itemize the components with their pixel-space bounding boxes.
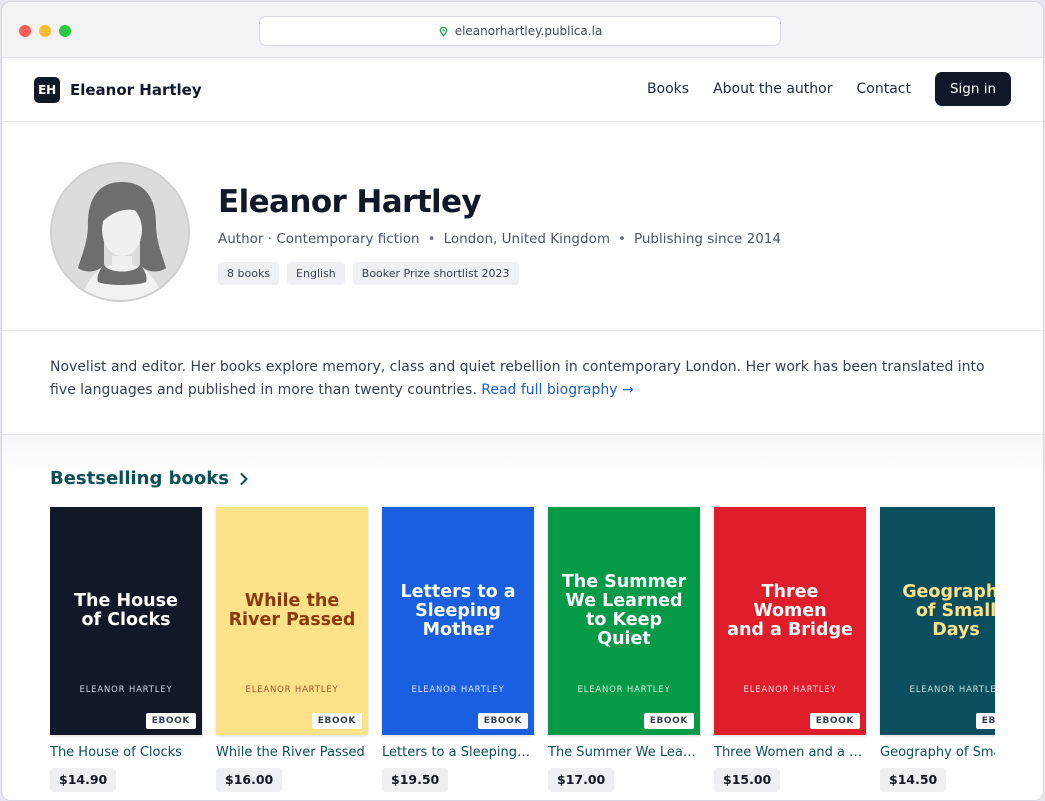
browser-chrome: eleanorhartley.publica.la — [2, 2, 1043, 58]
format-badge: EBOOK — [477, 713, 528, 729]
author-genre: Author · Contemporary fiction — [218, 231, 420, 247]
cover-title: The Summer We Learned to Keep Quiet — [561, 572, 687, 649]
cover-author: ELEANOR HARTLEY — [909, 685, 995, 695]
meta-separator: • — [618, 231, 626, 247]
book-cover[interactable]: While the River Passed ELEANOR HARTLEY EBO… — [216, 507, 368, 735]
avatar-silhouette-icon — [52, 164, 188, 300]
book-price: $15.00 — [714, 768, 781, 792]
book-title[interactable]: Letters to a Sleeping Mother — [382, 745, 532, 760]
cover-author: ELEANOR HARTLEY — [79, 685, 173, 695]
format-badge: EBOOK — [975, 713, 995, 729]
book-cover[interactable]: Geography of Small Days ELEANOR HARTLEY EB… — [880, 507, 995, 735]
nav-link-books[interactable]: Books — [647, 81, 689, 97]
book-price: $19.50 — [382, 768, 449, 792]
cover-author: ELEANOR HARTLEY — [411, 685, 505, 695]
site-header: EH Eleanor Hartley Books About the autho… — [2, 58, 1043, 122]
book-cover[interactable]: The Summer We Learned to Keep Quiet ELEAN… — [548, 507, 700, 735]
maximize-window-button[interactable] — [59, 25, 71, 37]
book-title[interactable]: Three Women and a Bridge — [714, 745, 864, 760]
author-profile: Eleanor Hartley Author · Contemporary fi… — [2, 122, 1043, 331]
close-window-button[interactable] — [19, 25, 31, 37]
section-title-link[interactable]: Bestselling books — [50, 468, 249, 489]
cover-title: While the River Passed — [228, 591, 356, 630]
author-meta: Author · Contemporary fiction • London, … — [218, 231, 781, 247]
books-carousel: The House of Clocks ELEANOR HARTLEY EBOOK T… — [50, 507, 995, 800]
book-title[interactable]: While the River Passed — [216, 745, 366, 760]
meta-separator: • — [427, 231, 436, 247]
book-card[interactable]: While the River Passed ELEANOR HARTLEY EBO… — [216, 507, 368, 800]
tag-language: English — [287, 262, 345, 285]
site-security-icon — [439, 26, 448, 37]
book-title[interactable]: The Summer We Learned to Keep Quiet — [548, 745, 698, 760]
format-badge: EBOOK — [145, 713, 196, 729]
cover-author: ELEANOR HARTLEY — [245, 685, 339, 695]
book-card[interactable]: The House of Clocks ELEANOR HARTLEY EBOOK T… — [50, 507, 202, 800]
nav-link-about[interactable]: About the author — [713, 81, 832, 97]
nav-link-contact[interactable]: Contact — [856, 81, 910, 97]
book-price: $14.90 — [50, 768, 117, 792]
book-card[interactable]: Geography of Small Days ELEANOR HARTLEY EB… — [880, 507, 995, 800]
book-card[interactable]: Letters to a Sleeping Mother ELEANOR HART… — [382, 507, 534, 800]
book-cover[interactable]: Letters to a Sleeping Mother ELEANOR HART… — [382, 507, 534, 735]
author-since: Publishing since 2014 — [633, 231, 781, 247]
browser-window: eleanorhartley.publica.la EH Eleanor Har… — [1, 1, 1044, 801]
book-title[interactable]: The House of Clocks — [50, 745, 200, 760]
read-full-biography-link[interactable]: Read full biography → — [481, 382, 633, 398]
cover-title: The House of Clocks — [74, 591, 178, 630]
author-bio: Novelist and editor. Her books explore m… — [2, 331, 1043, 435]
tag-books-count: 8 books — [218, 262, 280, 285]
format-badge: EBOOK — [809, 713, 860, 729]
author-location: London, United Kingdom — [443, 231, 610, 247]
book-price: $17.00 — [548, 768, 615, 792]
sign-in-button[interactable]: Sign in — [934, 72, 1011, 106]
format-badge: EBOOK — [643, 713, 694, 729]
book-cover[interactable]: The House of Clocks ELEANOR HARTLEY EBOOK — [50, 507, 202, 735]
tag-award: Booker Prize shortlist 2023 — [352, 262, 519, 285]
page-title: Eleanor Hartley — [218, 184, 482, 220]
avatar — [50, 162, 190, 302]
book-cover[interactable]: Three Women and a Bridge ELEANOR HARTLEY E… — [714, 507, 866, 735]
main-nav: Books About the author Contact Sign in — [647, 72, 1011, 106]
section-title: Bestselling books — [50, 468, 229, 489]
book-price: $14.50 — [880, 768, 947, 792]
cover-author: ELEANOR HARTLEY — [743, 685, 837, 695]
minimize-window-button[interactable] — [39, 25, 51, 37]
book-card[interactable]: Three Women and a Bridge ELEANOR HARTLEY E… — [714, 507, 866, 800]
site-logo[interactable]: EH — [34, 76, 60, 103]
book-title[interactable]: Geography of Small Days — [880, 745, 995, 760]
url-text: eleanorhartley.publica.la — [454, 24, 603, 38]
book-price: $16.00 — [216, 768, 283, 792]
cover-title: Three Women and a Bridge — [727, 581, 853, 640]
site-name[interactable]: Eleanor Hartley — [70, 81, 202, 99]
cover-title: Geography of Small Days — [902, 581, 995, 640]
address-bar[interactable]: eleanorhartley.publica.la — [259, 16, 781, 46]
cover-title: Letters to a Sleeping Mother — [400, 581, 516, 640]
format-badge: EBOOK — [311, 713, 362, 729]
author-tags: 8 books English Booker Prize shortlist 2… — [218, 262, 527, 285]
chevron-right-icon — [240, 472, 248, 485]
book-card[interactable]: The Summer We Learned to Keep Quiet ELEAN… — [548, 507, 700, 800]
bestselling-section: Bestselling books The House of Clocks ELE… — [2, 435, 1043, 800]
cover-author: ELEANOR HARTLEY — [577, 685, 671, 695]
